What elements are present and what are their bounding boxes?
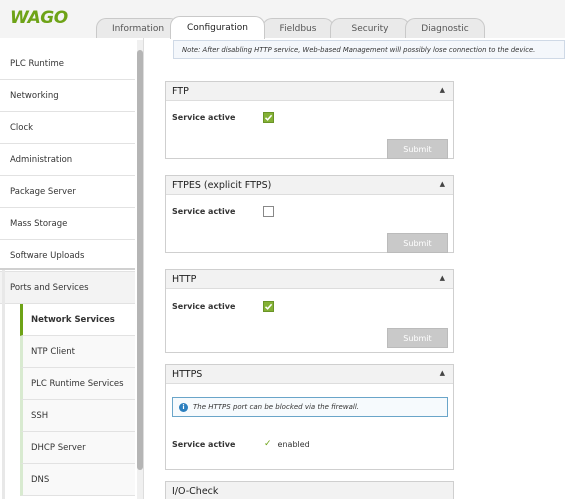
https-service-label: Service active (172, 440, 236, 449)
chevron-up-icon[interactable]: ▲ (440, 274, 445, 282)
sidebar-item-mass-storage[interactable]: Mass Storage (0, 208, 135, 240)
sidebar-item-plc-runtime[interactable]: PLC Runtime (0, 48, 135, 80)
chevron-up-icon[interactable]: ▲ (440, 180, 445, 188)
ftpes-panel: FTPES (explicit FTPS) ▲ Service active S… (165, 175, 454, 253)
https-panel: HTTPS ▲ i The HTTPS port can be blocked … (165, 364, 454, 470)
ftpes-panel-header[interactable]: FTPES (explicit FTPS) ▲ (166, 176, 453, 195)
info-icon: i (179, 402, 188, 412)
check-icon: ✓ (264, 439, 272, 449)
sidebar-subitem-plc-runtime-services[interactable]: PLC Runtime Services (20, 368, 135, 400)
sidebar-section-bar (2, 270, 5, 499)
sidebar-divider (0, 268, 135, 270)
sidebar-item-clock[interactable]: Clock (0, 112, 135, 144)
sidebar-scroll-thumb[interactable] (137, 50, 143, 470)
sidebar-subitem-dhcp-server[interactable]: DHCP Server (20, 432, 135, 464)
https-info-box: i The HTTPS port can be blocked via the … (172, 397, 448, 417)
ftpes-service-label: Service active (172, 207, 236, 216)
tab-fieldbus[interactable]: Fieldbus (262, 18, 334, 38)
https-status-text: enabled (277, 439, 310, 449)
ftp-service-checkbox[interactable] (263, 112, 274, 123)
sidebar-item-package-server[interactable]: Package Server (0, 176, 135, 208)
http-panel-header[interactable]: HTTP ▲ (166, 270, 453, 289)
sidebar-subitem-ssh[interactable]: SSH (20, 400, 135, 432)
ftpes-service-checkbox[interactable] (263, 206, 274, 217)
sidebar-item-ports-and-services[interactable]: Ports and Services (0, 272, 135, 304)
io-check-panel: I/O-Check (165, 481, 454, 499)
tab-diagnostic[interactable]: Diagnostic (405, 18, 485, 38)
app-header: WAGO Information Configuration Fieldbus … (0, 0, 565, 39)
ftp-service-label: Service active (172, 113, 236, 122)
http-submit-button[interactable]: Submit (387, 328, 448, 348)
https-panel-header[interactable]: HTTPS ▲ (166, 365, 453, 384)
ftp-submit-button[interactable]: Submit (387, 139, 448, 159)
http-panel: HTTP ▲ Service active Submit (165, 269, 454, 353)
check-icon (264, 114, 273, 121)
http-service-label: Service active (172, 302, 236, 311)
tab-security[interactable]: Security (330, 18, 410, 38)
sidebar-scrollbar[interactable] (137, 40, 143, 499)
wago-logo: WAGO (10, 8, 68, 28)
chevron-up-icon[interactable]: ▲ (440, 369, 445, 377)
sidebar-subitem-dns[interactable]: DNS (20, 464, 135, 496)
sidebar-subitem-ntp-client[interactable]: NTP Client (20, 336, 135, 368)
ftp-panel: FTP ▲ Service active Submit (165, 81, 454, 159)
tab-information[interactable]: Information (96, 18, 180, 38)
sidebar-item-administration[interactable]: Administration (0, 144, 135, 176)
chevron-up-icon[interactable]: ▲ (440, 86, 445, 94)
note-banner: Note: After disabling HTTP service, Web-… (173, 40, 565, 59)
sidebar-item-networking[interactable]: Networking (0, 80, 135, 112)
sidebar-subitem-network-services[interactable]: Network Services (20, 304, 135, 336)
ftpes-panel-title: FTPES (explicit FTPS) (172, 179, 272, 191)
io-check-panel-title: I/O-Check (172, 485, 219, 497)
https-panel-title: HTTPS (172, 368, 203, 380)
check-icon (264, 303, 273, 310)
http-panel-title: HTTP (172, 273, 197, 285)
ftp-panel-header[interactable]: FTP ▲ (166, 82, 453, 101)
ftpes-submit-button[interactable]: Submit (387, 233, 448, 253)
http-service-checkbox[interactable] (263, 301, 274, 312)
io-check-panel-header[interactable]: I/O-Check (166, 482, 453, 499)
ftp-panel-title: FTP (172, 85, 189, 97)
https-status: ✓ enabled (264, 439, 310, 449)
sidebar: PLC Runtime Networking Clock Administrat… (0, 38, 144, 499)
tab-configuration[interactable]: Configuration (170, 16, 265, 39)
https-info-text: The HTTPS port can be blocked via the fi… (193, 403, 359, 411)
